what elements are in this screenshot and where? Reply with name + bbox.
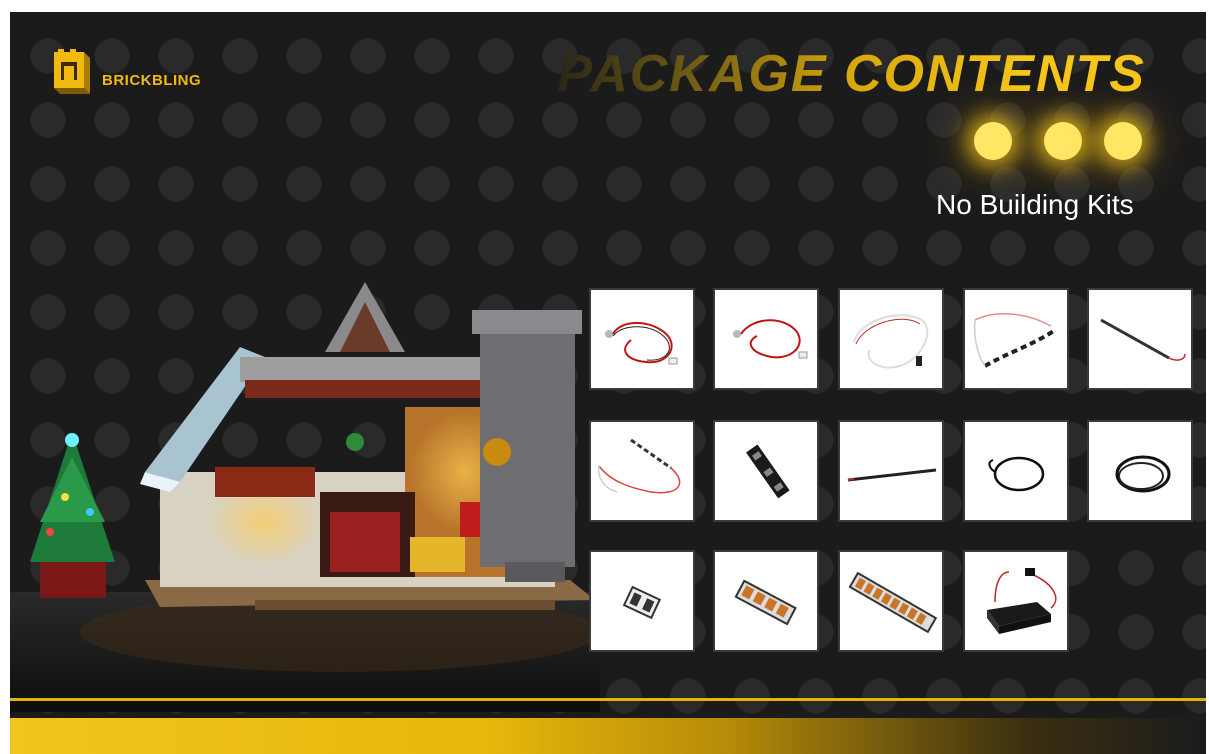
- page-title: PACKAGE CONTENTS: [557, 45, 1146, 103]
- black-cable-loop-icon: [1115, 455, 1171, 493]
- strip-cable-icon: [597, 438, 681, 494]
- page-frame: BRICKBLING PACKAGE CONTENTS No Building …: [0, 0, 1209, 754]
- item-tile: [838, 420, 944, 522]
- glow-dot-icon: [1044, 122, 1082, 160]
- brick-logo-icon: [50, 46, 92, 94]
- battery-box-icon: [987, 568, 1057, 634]
- light-strip-cable-icon: [973, 313, 1057, 368]
- gold-divider: [10, 698, 1206, 701]
- item-tile: [713, 550, 819, 652]
- glow-dots: [962, 116, 1162, 166]
- connector-board-icon: [622, 585, 662, 620]
- item-tile: [589, 420, 695, 522]
- red-led-cable-icon: [733, 319, 808, 359]
- banner-panel: BRICKBLING PACKAGE CONTENTS No Building …: [10, 12, 1206, 754]
- led-board-icon: [746, 444, 790, 499]
- brand-name: BRICKBLING: [102, 71, 202, 89]
- subtitle: No Building Kits: [936, 189, 1134, 220]
- christmas-house-lego-icon: [10, 262, 600, 712]
- glow-dot-icon: [974, 122, 1012, 160]
- expansion-board-8-icon: [848, 571, 938, 634]
- item-tile: [838, 550, 944, 652]
- item-tile: [1087, 420, 1193, 522]
- item-tile: [963, 550, 1069, 652]
- expansion-board-4-icon: [734, 579, 797, 626]
- brand-logo: BRICKBLING: [50, 46, 201, 94]
- glow-dot-icon: [1104, 122, 1142, 160]
- item-tile: [963, 288, 1069, 390]
- flat-strip-icon: [847, 468, 937, 482]
- item-tile: [1087, 288, 1193, 390]
- thin-strip-cable-icon: [1100, 318, 1186, 361]
- gold-footer-bar: [10, 718, 1206, 754]
- item-tile: [713, 288, 819, 390]
- white-led-cable-icon: [853, 314, 929, 369]
- item-tile: [713, 420, 819, 522]
- item-tile: [589, 550, 695, 652]
- black-cable-loop-icon: [988, 456, 1045, 492]
- item-tile: [963, 420, 1069, 522]
- item-tile: [589, 288, 695, 390]
- item-tile: [838, 288, 944, 390]
- red-led-cable-icon: [605, 322, 678, 365]
